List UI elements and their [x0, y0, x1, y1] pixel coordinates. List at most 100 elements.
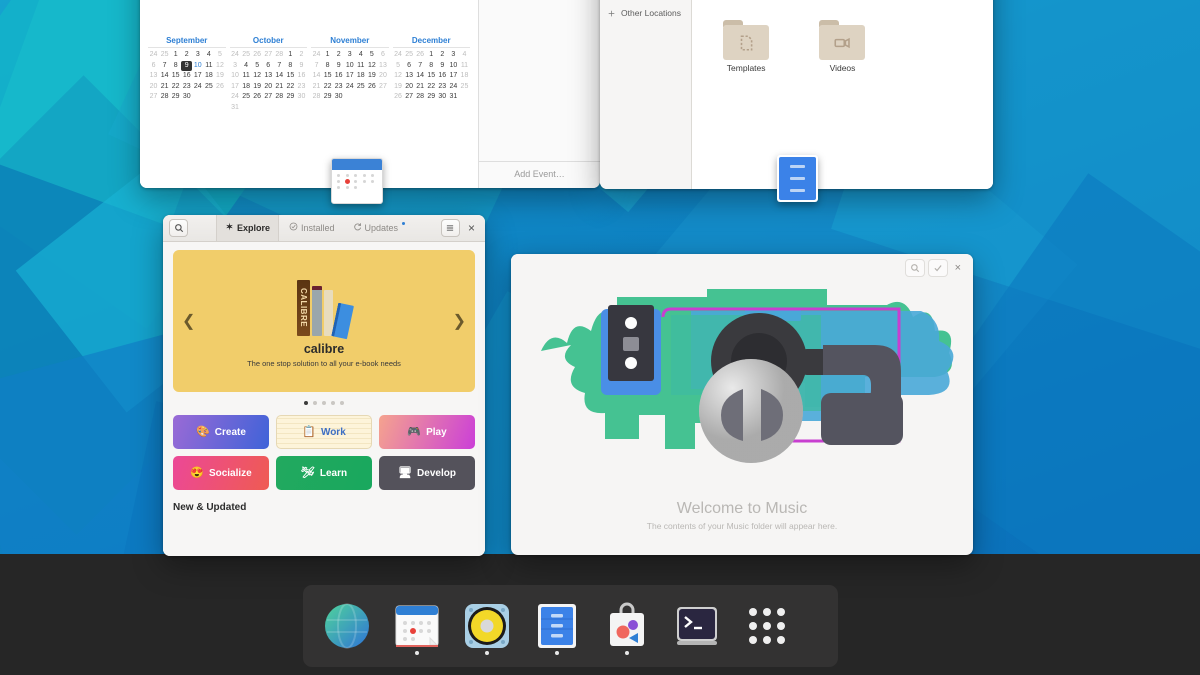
music-search-button[interactable] [904, 258, 925, 277]
calendar-day-cell[interactable]: 27 [263, 92, 274, 103]
calendar-day-cell[interactable]: 26 [252, 50, 263, 61]
calendar-day-cell[interactable]: 16 [437, 71, 448, 82]
featured-app-banner[interactable]: ❮ ❯ CALIBRE calibre The one stop solutio… [173, 250, 475, 392]
dock-item-terminal[interactable] [667, 595, 727, 657]
category-create[interactable]: 🎨 Create [173, 415, 269, 449]
calendar-day-cell[interactable]: 27 [377, 82, 388, 93]
calendar-day-cell[interactable]: 24 [448, 82, 459, 93]
calendar-day-cell[interactable]: 4 [203, 50, 214, 61]
calendar-day-cell[interactable]: 20 [404, 82, 415, 93]
folder-item[interactable]: Pictures [794, 0, 890, 20]
category-socialize[interactable]: 😍 Socialize [173, 456, 269, 490]
calendar-day-cell[interactable]: 15 [426, 71, 437, 82]
calendar-day-cell[interactable]: 28 [415, 92, 426, 103]
calendar-day-cell[interactable]: 16 [181, 71, 192, 82]
calendar-day-cell[interactable]: 21 [159, 82, 170, 93]
calendar-day-cell[interactable]: 5 [214, 50, 225, 61]
calendar-day-cell[interactable]: 24 [230, 92, 241, 103]
calendar-day-cell[interactable]: 8 [170, 61, 181, 72]
calendar-day-cell[interactable]: 13 [404, 71, 415, 82]
calendar-day-cell[interactable]: 6 [148, 61, 159, 72]
calendar-day-cell[interactable]: 30 [333, 92, 344, 103]
calendar-day-cell[interactable]: 22 [322, 82, 333, 93]
calendar-day-cell[interactable]: 19 [366, 71, 377, 82]
calendar-day-cell[interactable]: 20 [263, 82, 274, 93]
calendar-day-cell[interactable]: 18 [459, 71, 470, 82]
calendar-day-cell[interactable]: 3 [344, 50, 355, 61]
calendar-day-cell[interactable]: 25 [404, 50, 415, 61]
calendar-day-cell[interactable]: 24 [344, 82, 355, 93]
calendar-day-cell[interactable]: 24 [148, 50, 159, 61]
calendar-day-cell[interactable]: 6 [377, 50, 388, 61]
calendar-day-cell[interactable]: 23 [333, 82, 344, 93]
calendar-day-cell[interactable]: 26 [393, 92, 404, 103]
calendar-day-cell[interactable]: 16 [333, 71, 344, 82]
calendar-day-cell[interactable]: 23 [296, 82, 307, 93]
calendar-day-cell[interactable]: 9 [181, 60, 193, 71]
calendar-day-cell[interactable]: 19 [252, 82, 263, 93]
folder-item[interactable]: Videos [794, 20, 890, 96]
calendar-day-cell[interactable]: 21 [415, 82, 426, 93]
folder-item[interactable]: Music [698, 0, 794, 20]
search-button[interactable] [169, 219, 188, 237]
music-select-button[interactable] [927, 258, 948, 277]
carousel-prev-button[interactable]: ❮ [182, 311, 195, 331]
calendar-day-cell[interactable]: 17 [344, 71, 355, 82]
category-develop[interactable]: 🖥 Develop [379, 456, 475, 490]
calendar-day-cell[interactable]: 8 [285, 61, 296, 72]
tab-explore[interactable]: Explore [215, 215, 279, 241]
calendar-day-cell[interactable]: 21 [311, 82, 322, 93]
add-event-button[interactable]: Add Event… [479, 161, 600, 188]
calendar-day-cell[interactable]: 18 [203, 71, 214, 82]
calendar-day-cell[interactable]: 3 [448, 50, 459, 61]
calendar-day-cell[interactable]: 23 [181, 82, 192, 93]
calendar-day-cell[interactable]: 7 [311, 61, 322, 72]
category-work[interactable]: 📋 Work [276, 415, 372, 449]
calendar-day-cell[interactable]: 9 [333, 61, 344, 72]
carousel-dot[interactable] [322, 401, 326, 405]
carousel-next-button[interactable]: ❯ [453, 311, 466, 331]
calendar-day-cell[interactable]: 27 [148, 92, 159, 103]
calendar-day-cell[interactable]: 15 [170, 71, 181, 82]
dock-item-software[interactable] [597, 595, 657, 657]
calendar-day-cell[interactable]: 25 [241, 50, 252, 61]
calendar-day-cell[interactable]: 1 [322, 50, 333, 61]
calendar-day-cell[interactable]: 28 [311, 92, 322, 103]
calendar-day-cell[interactable]: 6 [404, 61, 415, 72]
calendar-day-cell[interactable]: 23 [437, 82, 448, 93]
software-center-window[interactable]: Explore Installed Updates × ❮ ❯ CALIBRE ca… [163, 215, 485, 556]
tab-updates[interactable]: Updates [345, 215, 414, 241]
calendar-day-cell[interactable]: 22 [426, 82, 437, 93]
dock-item-calendar[interactable] [387, 595, 447, 657]
calendar-day-cell[interactable]: 30 [181, 92, 192, 103]
calendar-day-cell[interactable]: 8 [322, 61, 333, 72]
calendar-day-cell[interactable]: 10 [230, 71, 241, 82]
calendar-day-cell[interactable]: 7 [159, 61, 170, 72]
calendar-day-cell[interactable]: 9 [296, 61, 307, 72]
calendar-day-cell[interactable]: 27 [263, 50, 274, 61]
calendar-day-cell[interactable]: 13 [263, 71, 274, 82]
calendar-day-cell[interactable]: 2 [181, 50, 192, 61]
calendar-day-cell[interactable]: 28 [159, 92, 170, 103]
calendar-day-cell[interactable]: 29 [426, 92, 437, 103]
calendar-day-cell[interactable]: 2 [333, 50, 344, 61]
calendar-day-cell[interactable]: 6 [263, 61, 274, 72]
carousel-dot[interactable] [331, 401, 335, 405]
calendar-day-cell[interactable]: 2 [437, 50, 448, 61]
calendar-day-cell[interactable]: 5 [393, 61, 404, 72]
music-window[interactable]: × Welcome to Music The contents of your … [511, 254, 973, 555]
calendar-day-cell[interactable]: 21 [274, 82, 285, 93]
calendar-day-cell[interactable]: 11 [203, 61, 214, 72]
calendar-day-cell[interactable]: 30 [296, 92, 307, 103]
folder-item[interactable]: Public [891, 0, 987, 20]
calendar-day-cell[interactable]: 17 [448, 71, 459, 82]
calendar-day-cell[interactable]: 1 [285, 50, 296, 61]
calendar-day-cell[interactable]: 13 [148, 71, 159, 82]
calendar-day-cell[interactable]: 5 [366, 50, 377, 61]
calendar-day-cell[interactable]: 28 [274, 92, 285, 103]
calendar-day-cell[interactable]: 28 [274, 50, 285, 61]
dock-item-music[interactable] [457, 595, 517, 657]
carousel-dot[interactable] [340, 401, 344, 405]
calendar-day-cell[interactable]: 25 [355, 82, 366, 93]
calendar-day-cell[interactable]: 4 [355, 50, 366, 61]
